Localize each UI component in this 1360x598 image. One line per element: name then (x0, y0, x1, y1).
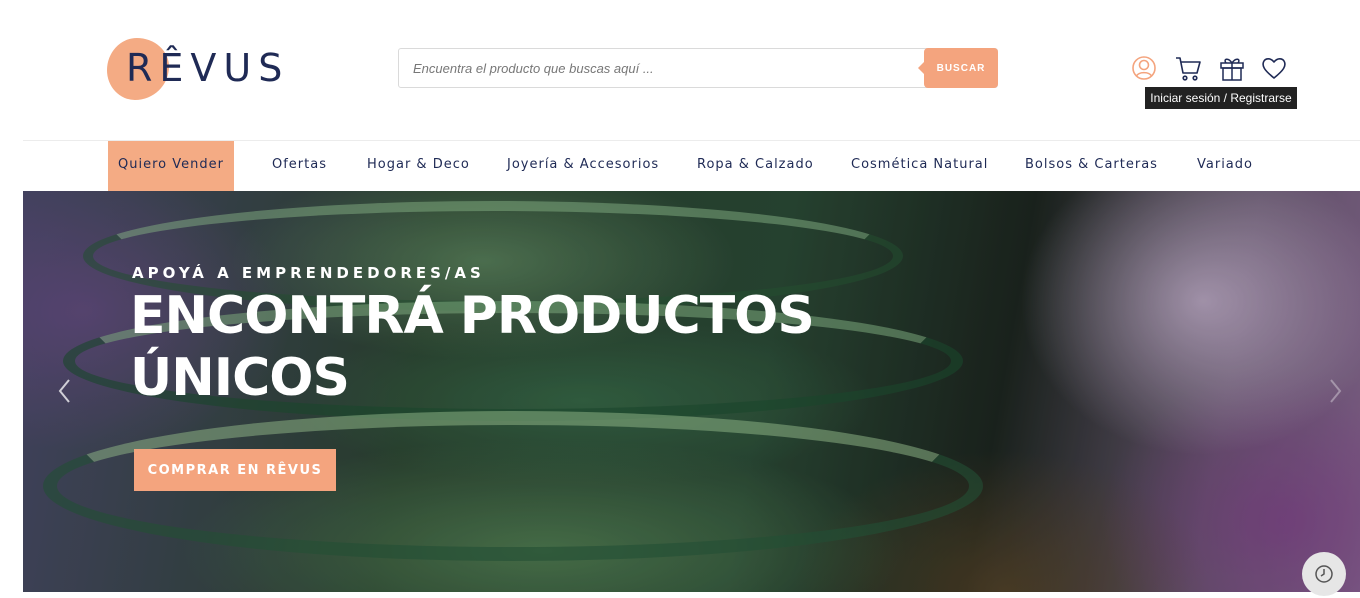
site-logo[interactable]: RÊVUS (107, 36, 317, 102)
nav-item-ofertas[interactable]: Ofertas (272, 141, 327, 191)
clock-icon (1315, 565, 1333, 583)
heart-icon[interactable] (1260, 54, 1288, 82)
chevron-left-icon (58, 379, 70, 403)
nav-item-hogar-deco[interactable]: Hogar & Deco (367, 141, 470, 191)
cart-icon[interactable] (1174, 54, 1202, 82)
hero-title: ENCONTRÁ PRODUCTOS ÚNICOS (130, 286, 815, 408)
shop-now-button[interactable]: COMPRAR EN RÊVUS (134, 449, 336, 491)
nav-item-cosmetica-natural[interactable]: Cosmética Natural (851, 141, 988, 191)
login-tooltip: Iniciar sesión / Registrarse (1145, 87, 1297, 109)
nav-item-bolsos-carteras[interactable]: Bolsos & Carteras (1025, 141, 1158, 191)
history-button[interactable] (1302, 552, 1346, 596)
hero-kicker: APOYÁ A EMPRENDEDORES/AS (132, 264, 485, 282)
chevron-right-icon (1330, 379, 1342, 403)
hero-banner: APOYÁ A EMPRENDEDORES/AS ENCONTRÁ PRODUC… (23, 191, 1360, 592)
search-bar: BUSCAR (398, 48, 998, 88)
carousel-prev-arrow[interactable] (55, 376, 75, 406)
nav-item-variado[interactable]: Variado (1197, 141, 1253, 191)
carousel-next-arrow[interactable] (1325, 376, 1345, 406)
nav-item-joyeria-accesorios[interactable]: Joyería & Accesorios (507, 141, 659, 191)
nav-item-quiero-vender[interactable]: Quiero Vender (108, 141, 234, 191)
search-button[interactable]: BUSCAR (918, 48, 998, 88)
search-input[interactable] (399, 49, 919, 87)
nav-item-ropa-calzado[interactable]: Ropa & Calzado (697, 141, 814, 191)
user-icon[interactable] (1130, 54, 1158, 82)
gift-icon[interactable] (1218, 54, 1246, 82)
page: RÊVUS BUSCAR (0, 0, 1360, 598)
logo-text: RÊVUS (126, 46, 290, 90)
main-nav: Quiero Vender Ofertas Hogar & Deco Joyer… (0, 141, 1360, 191)
